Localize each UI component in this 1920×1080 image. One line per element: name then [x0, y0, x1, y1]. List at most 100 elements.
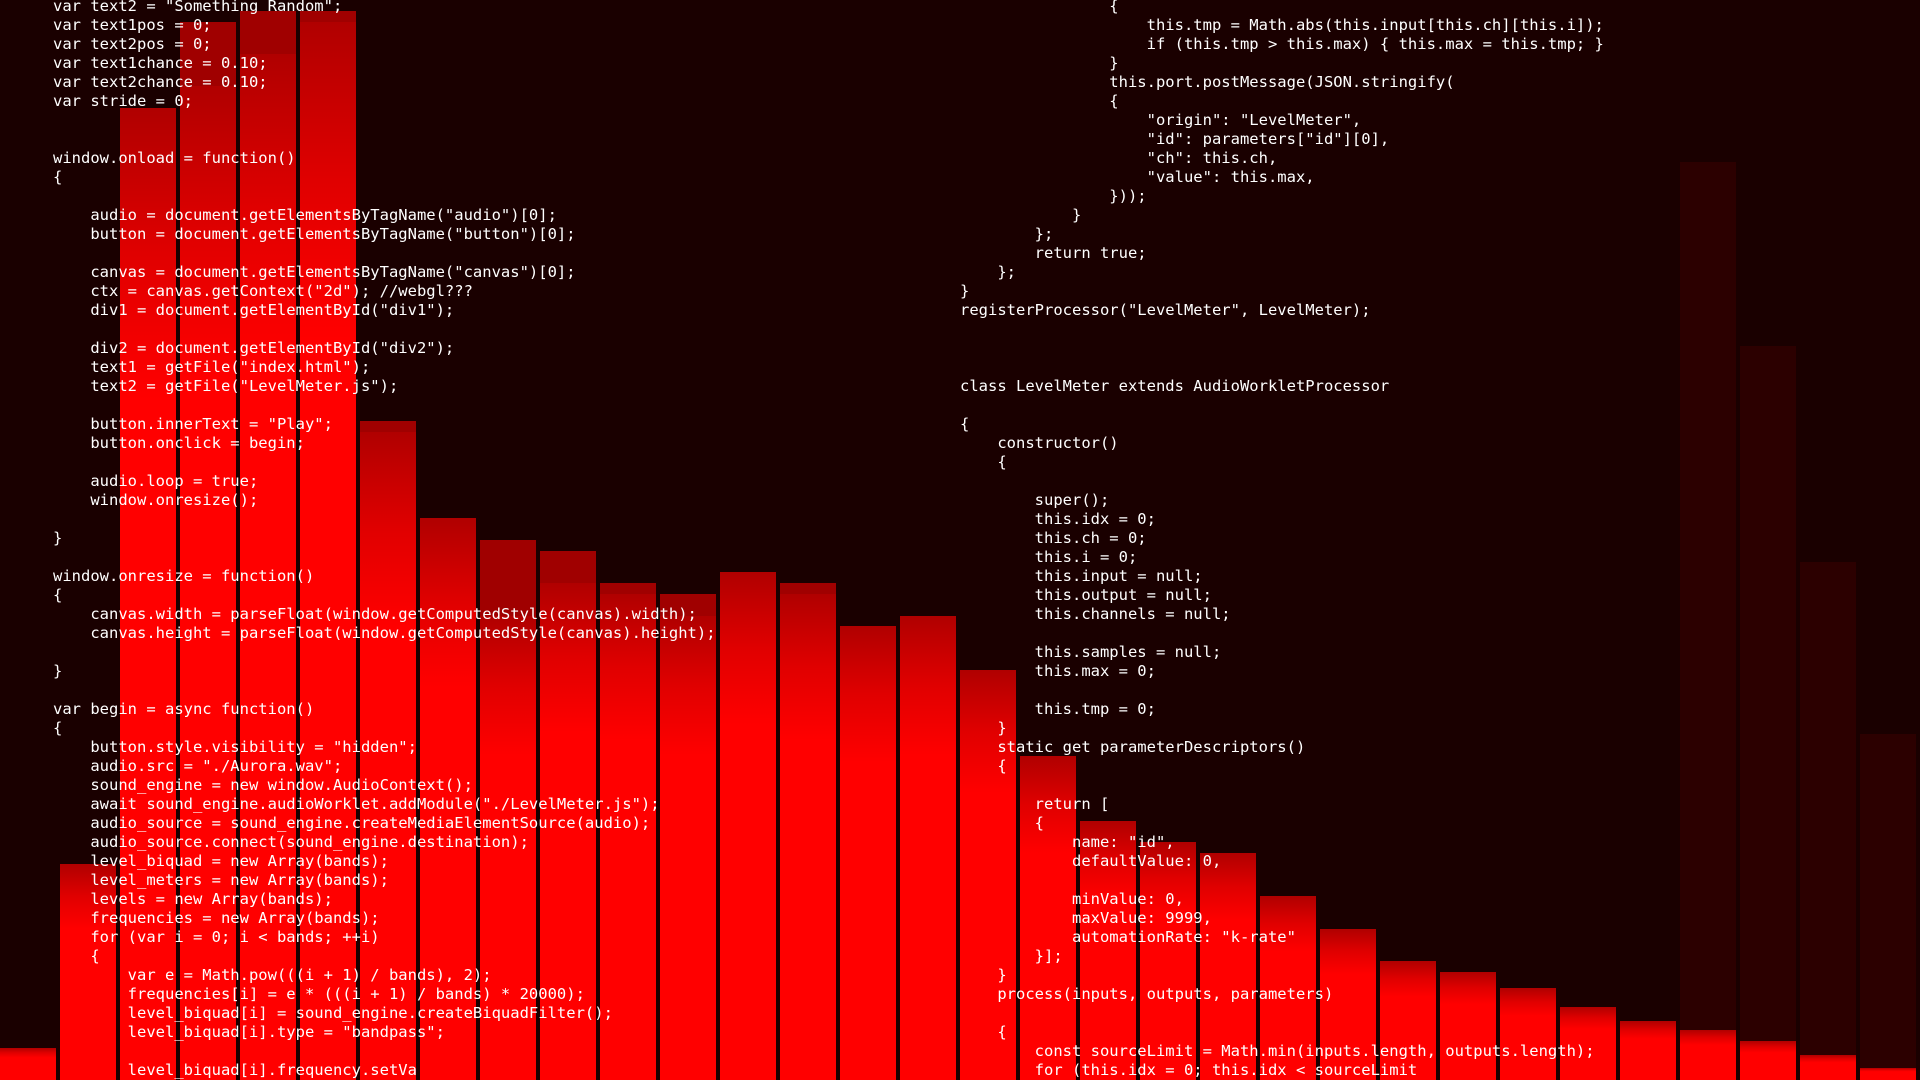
- code-line: name: "id",: [960, 833, 1175, 851]
- level-bar: [1620, 0, 1676, 1080]
- code-line: audio_source = sound_engine.createMediaE…: [53, 814, 651, 832]
- code-line: for (this.idx = 0; this.idx < sourceLimi…: [960, 1061, 1418, 1079]
- code-line: this.tmp = 0;: [960, 700, 1156, 718]
- code-line: }: [960, 719, 1007, 737]
- level-bar: [1860, 0, 1916, 1080]
- code-line: button.innerText = "Play";: [53, 415, 333, 433]
- code-line: registerProcessor("LevelMeter", LevelMet…: [960, 301, 1371, 319]
- code-line: {: [53, 719, 63, 737]
- level-bar: [1740, 0, 1796, 1080]
- code-line: window.onresize = function(): [53, 567, 315, 585]
- level-bar: [900, 0, 956, 1080]
- code-line: button = document.getElementsByTagName("…: [53, 225, 576, 243]
- code-line: maxValue: 9999,: [960, 909, 1212, 927]
- code-line: audio.src = "./Aurora.wav";: [53, 757, 343, 775]
- code-line: {: [960, 92, 1119, 110]
- code-line: this.i = 0;: [960, 548, 1138, 566]
- code-line: var text2pos = 0;: [53, 35, 212, 53]
- code-line: "origin": "LevelMeter",: [960, 111, 1362, 129]
- code-line: button.onclick = begin;: [53, 434, 305, 452]
- code-line: var stride = 0;: [53, 92, 193, 110]
- code-line: levels = new Array(bands);: [53, 890, 333, 908]
- code-line: {: [960, 415, 970, 433]
- code-line: defaultValue: 0,: [960, 852, 1222, 870]
- code-line: audio = document.getElementsByTagName("a…: [53, 206, 557, 224]
- level-bar-fill: [1680, 1030, 1736, 1080]
- code-line: }: [53, 529, 63, 547]
- code-line: return true;: [960, 244, 1147, 262]
- code-line: level_biquad[i].frequency.setVa: [53, 1061, 417, 1079]
- level-bar-fill: [1800, 1055, 1856, 1080]
- code-line: }: [960, 54, 1119, 72]
- code-line: "ch": this.ch,: [960, 149, 1278, 167]
- level-bar-ghost: [1680, 162, 1736, 1080]
- code-line: level_biquad[i] = sound_engine.createBiq…: [53, 1004, 613, 1022]
- level-bar-fill: [780, 594, 836, 1080]
- level-bar-fill: [1860, 1068, 1916, 1080]
- code-line: {: [53, 168, 63, 186]
- code-line: };: [960, 225, 1054, 243]
- level-bar-ghost: [1800, 561, 1856, 1080]
- code-line: }];: [960, 947, 1063, 965]
- code-line: class LevelMeter extends AudioWorkletPro…: [960, 377, 1390, 395]
- code-overlay-right: { this.tmp = Math.abs(this.input[this.ch…: [960, 0, 1604, 1080]
- code-line: static get parameterDescriptors(): [960, 738, 1306, 756]
- code-line: div2 = document.getElementById("div2");: [53, 339, 455, 357]
- code-line: {: [960, 814, 1044, 832]
- code-line: }: [960, 966, 1007, 984]
- code-line: button.style.visibility = "hidden";: [53, 738, 417, 756]
- code-line: frequencies = new Array(bands);: [53, 909, 380, 927]
- code-line: canvas.width = parseFloat(window.getComp…: [53, 605, 697, 623]
- level-bar-ghost: [1740, 345, 1796, 1080]
- code-line: level_biquad = new Array(bands);: [53, 852, 389, 870]
- level-bar-peak: [780, 583, 836, 594]
- code-line: "id": parameters["id"][0],: [960, 130, 1390, 148]
- code-line: {: [960, 0, 1119, 15]
- code-line: const sourceLimit = Math.min(inputs.leng…: [960, 1042, 1595, 1060]
- code-line: this.output = null;: [960, 586, 1212, 604]
- level-bar: [1800, 0, 1856, 1080]
- code-line: window.onload = function(): [53, 149, 296, 167]
- code-line: canvas = document.getElementsByTagName("…: [53, 263, 576, 281]
- code-line: text2 = getFile("LevelMeter.js");: [53, 377, 399, 395]
- level-bar: [0, 0, 56, 1080]
- code-line: this.port.postMessage(JSON.stringify(: [960, 73, 1455, 91]
- code-line: this.max = 0;: [960, 662, 1156, 680]
- level-bar: [840, 0, 896, 1080]
- code-line: level_biquad[i].type = "bandpass";: [53, 1023, 445, 1041]
- code-line: {: [960, 453, 1007, 471]
- code-line: }));: [960, 187, 1147, 205]
- code-line: {: [53, 947, 100, 965]
- code-line: var text1chance = 0.10;: [53, 54, 268, 72]
- code-line: var e = Math.pow(((i + 1) / bands), 2);: [53, 966, 492, 984]
- code-line: for (var i = 0; i < bands; ++i): [53, 928, 380, 946]
- code-line: text1 = getFile("index.html");: [53, 358, 371, 376]
- code-line: window.onresize();: [53, 491, 259, 509]
- level-bar-fill: [1740, 1041, 1796, 1080]
- code-line: audio.loop = true;: [53, 472, 259, 490]
- code-line: {: [960, 757, 1007, 775]
- level-bar-ghost: [1860, 734, 1916, 1080]
- code-line: this.samples = null;: [960, 643, 1222, 661]
- level-bar-fill: [840, 626, 896, 1080]
- code-line: }: [53, 662, 63, 680]
- level-bar-fill: [720, 572, 776, 1080]
- code-line: var begin = async function(): [53, 700, 315, 718]
